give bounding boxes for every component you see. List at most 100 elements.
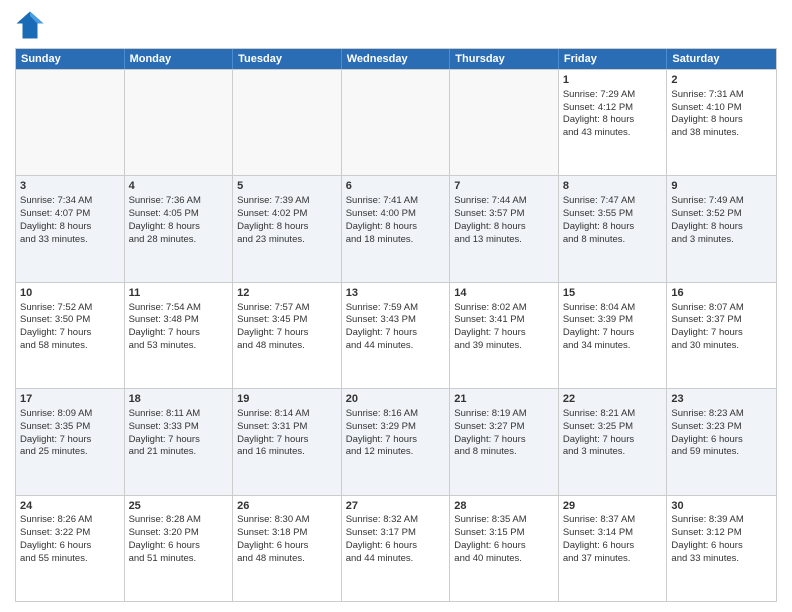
day-cell-7: 7Sunrise: 7:44 AMSunset: 3:57 PMDaylight… [450, 176, 559, 281]
day-info: Daylight: 7 hours [563, 327, 663, 340]
day-cell-8: 8Sunrise: 7:47 AMSunset: 3:55 PMDaylight… [559, 176, 668, 281]
day-number: 26 [237, 499, 337, 514]
day-info: Sunrise: 7:57 AM [237, 302, 337, 315]
day-info: Daylight: 8 hours [563, 221, 663, 234]
day-header-thursday: Thursday [450, 49, 559, 69]
empty-cell [125, 70, 234, 175]
day-info: Sunset: 3:57 PM [454, 208, 554, 221]
day-header-wednesday: Wednesday [342, 49, 451, 69]
day-number: 12 [237, 286, 337, 301]
day-info: Daylight: 8 hours [129, 221, 229, 234]
day-cell-2: 2Sunrise: 7:31 AMSunset: 4:10 PMDaylight… [667, 70, 776, 175]
day-info: Daylight: 7 hours [20, 434, 120, 447]
day-info: Daylight: 8 hours [671, 114, 772, 127]
day-info: Sunset: 3:25 PM [563, 421, 663, 434]
day-info: Sunset: 3:52 PM [671, 208, 772, 221]
day-info: Sunset: 3:17 PM [346, 527, 446, 540]
day-cell-3: 3Sunrise: 7:34 AMSunset: 4:07 PMDaylight… [16, 176, 125, 281]
day-info: Sunset: 3:55 PM [563, 208, 663, 221]
calendar-header: SundayMondayTuesdayWednesdayThursdayFrid… [16, 49, 776, 69]
day-cell-16: 16Sunrise: 8:07 AMSunset: 3:37 PMDayligh… [667, 283, 776, 388]
day-info: and 44 minutes. [346, 340, 446, 353]
day-info: Sunset: 4:00 PM [346, 208, 446, 221]
day-info: Sunrise: 8:14 AM [237, 408, 337, 421]
day-cell-11: 11Sunrise: 7:54 AMSunset: 3:48 PMDayligh… [125, 283, 234, 388]
day-info: Daylight: 8 hours [20, 221, 120, 234]
day-number: 24 [20, 499, 120, 514]
day-info: Daylight: 6 hours [237, 540, 337, 553]
day-number: 18 [129, 392, 229, 407]
day-cell-29: 29Sunrise: 8:37 AMSunset: 3:14 PMDayligh… [559, 496, 668, 601]
day-info: and 43 minutes. [563, 127, 663, 140]
day-cell-21: 21Sunrise: 8:19 AMSunset: 3:27 PMDayligh… [450, 389, 559, 494]
day-number: 2 [671, 73, 772, 88]
day-cell-12: 12Sunrise: 7:57 AMSunset: 3:45 PMDayligh… [233, 283, 342, 388]
day-info: Daylight: 6 hours [563, 540, 663, 553]
day-info: Sunrise: 8:32 AM [346, 514, 446, 527]
logo [15, 10, 49, 40]
day-cell-25: 25Sunrise: 8:28 AMSunset: 3:20 PMDayligh… [125, 496, 234, 601]
day-info: and 48 minutes. [237, 553, 337, 566]
day-info: and 12 minutes. [346, 446, 446, 459]
day-info: and 18 minutes. [346, 234, 446, 247]
day-number: 25 [129, 499, 229, 514]
day-cell-22: 22Sunrise: 8:21 AMSunset: 3:25 PMDayligh… [559, 389, 668, 494]
day-info: Sunset: 3:41 PM [454, 314, 554, 327]
day-info: Daylight: 8 hours [454, 221, 554, 234]
day-info: Daylight: 8 hours [563, 114, 663, 127]
day-info: Sunset: 3:12 PM [671, 527, 772, 540]
day-number: 30 [671, 499, 772, 514]
day-info: and 30 minutes. [671, 340, 772, 353]
day-info: and 53 minutes. [129, 340, 229, 353]
day-info: Sunset: 3:50 PM [20, 314, 120, 327]
day-info: Sunrise: 8:35 AM [454, 514, 554, 527]
day-cell-15: 15Sunrise: 8:04 AMSunset: 3:39 PMDayligh… [559, 283, 668, 388]
day-info: Sunset: 4:07 PM [20, 208, 120, 221]
empty-cell [450, 70, 559, 175]
day-info: Sunrise: 7:44 AM [454, 195, 554, 208]
day-info: Sunset: 3:31 PM [237, 421, 337, 434]
day-info: Sunset: 4:05 PM [129, 208, 229, 221]
day-info: Daylight: 7 hours [454, 327, 554, 340]
day-number: 6 [346, 179, 446, 194]
day-cell-17: 17Sunrise: 8:09 AMSunset: 3:35 PMDayligh… [16, 389, 125, 494]
day-info: and 44 minutes. [346, 553, 446, 566]
day-info: Sunset: 3:43 PM [346, 314, 446, 327]
day-info: and 3 minutes. [671, 234, 772, 247]
calendar: SundayMondayTuesdayWednesdayThursdayFrid… [15, 48, 777, 602]
day-info: Daylight: 6 hours [671, 540, 772, 553]
day-info: and 28 minutes. [129, 234, 229, 247]
day-info: Sunrise: 7:47 AM [563, 195, 663, 208]
day-info: Daylight: 7 hours [346, 434, 446, 447]
day-number: 10 [20, 286, 120, 301]
day-info: Daylight: 8 hours [237, 221, 337, 234]
day-info: Sunrise: 8:37 AM [563, 514, 663, 527]
day-info: Sunset: 3:33 PM [129, 421, 229, 434]
day-number: 5 [237, 179, 337, 194]
empty-cell [233, 70, 342, 175]
day-number: 1 [563, 73, 663, 88]
day-number: 20 [346, 392, 446, 407]
day-info: Sunrise: 8:23 AM [671, 408, 772, 421]
day-info: Sunrise: 8:30 AM [237, 514, 337, 527]
day-info: Sunrise: 7:52 AM [20, 302, 120, 315]
day-info: Daylight: 7 hours [346, 327, 446, 340]
day-info: Daylight: 7 hours [237, 434, 337, 447]
day-number: 27 [346, 499, 446, 514]
day-cell-30: 30Sunrise: 8:39 AMSunset: 3:12 PMDayligh… [667, 496, 776, 601]
calendar-week-2: 3Sunrise: 7:34 AMSunset: 4:07 PMDaylight… [16, 175, 776, 281]
day-info: and 3 minutes. [563, 446, 663, 459]
day-info: Daylight: 6 hours [671, 434, 772, 447]
day-info: and 33 minutes. [20, 234, 120, 247]
day-cell-14: 14Sunrise: 8:02 AMSunset: 3:41 PMDayligh… [450, 283, 559, 388]
calendar-week-5: 24Sunrise: 8:26 AMSunset: 3:22 PMDayligh… [16, 495, 776, 601]
day-number: 23 [671, 392, 772, 407]
day-info: Sunset: 3:37 PM [671, 314, 772, 327]
day-info: and 8 minutes. [563, 234, 663, 247]
day-number: 17 [20, 392, 120, 407]
day-info: Sunset: 3:23 PM [671, 421, 772, 434]
day-info: and 8 minutes. [454, 446, 554, 459]
calendar-week-3: 10Sunrise: 7:52 AMSunset: 3:50 PM Dayligh… [16, 282, 776, 388]
page: SundayMondayTuesdayWednesdayThursdayFrid… [0, 0, 792, 612]
day-info: Sunrise: 7:31 AM [671, 89, 772, 102]
